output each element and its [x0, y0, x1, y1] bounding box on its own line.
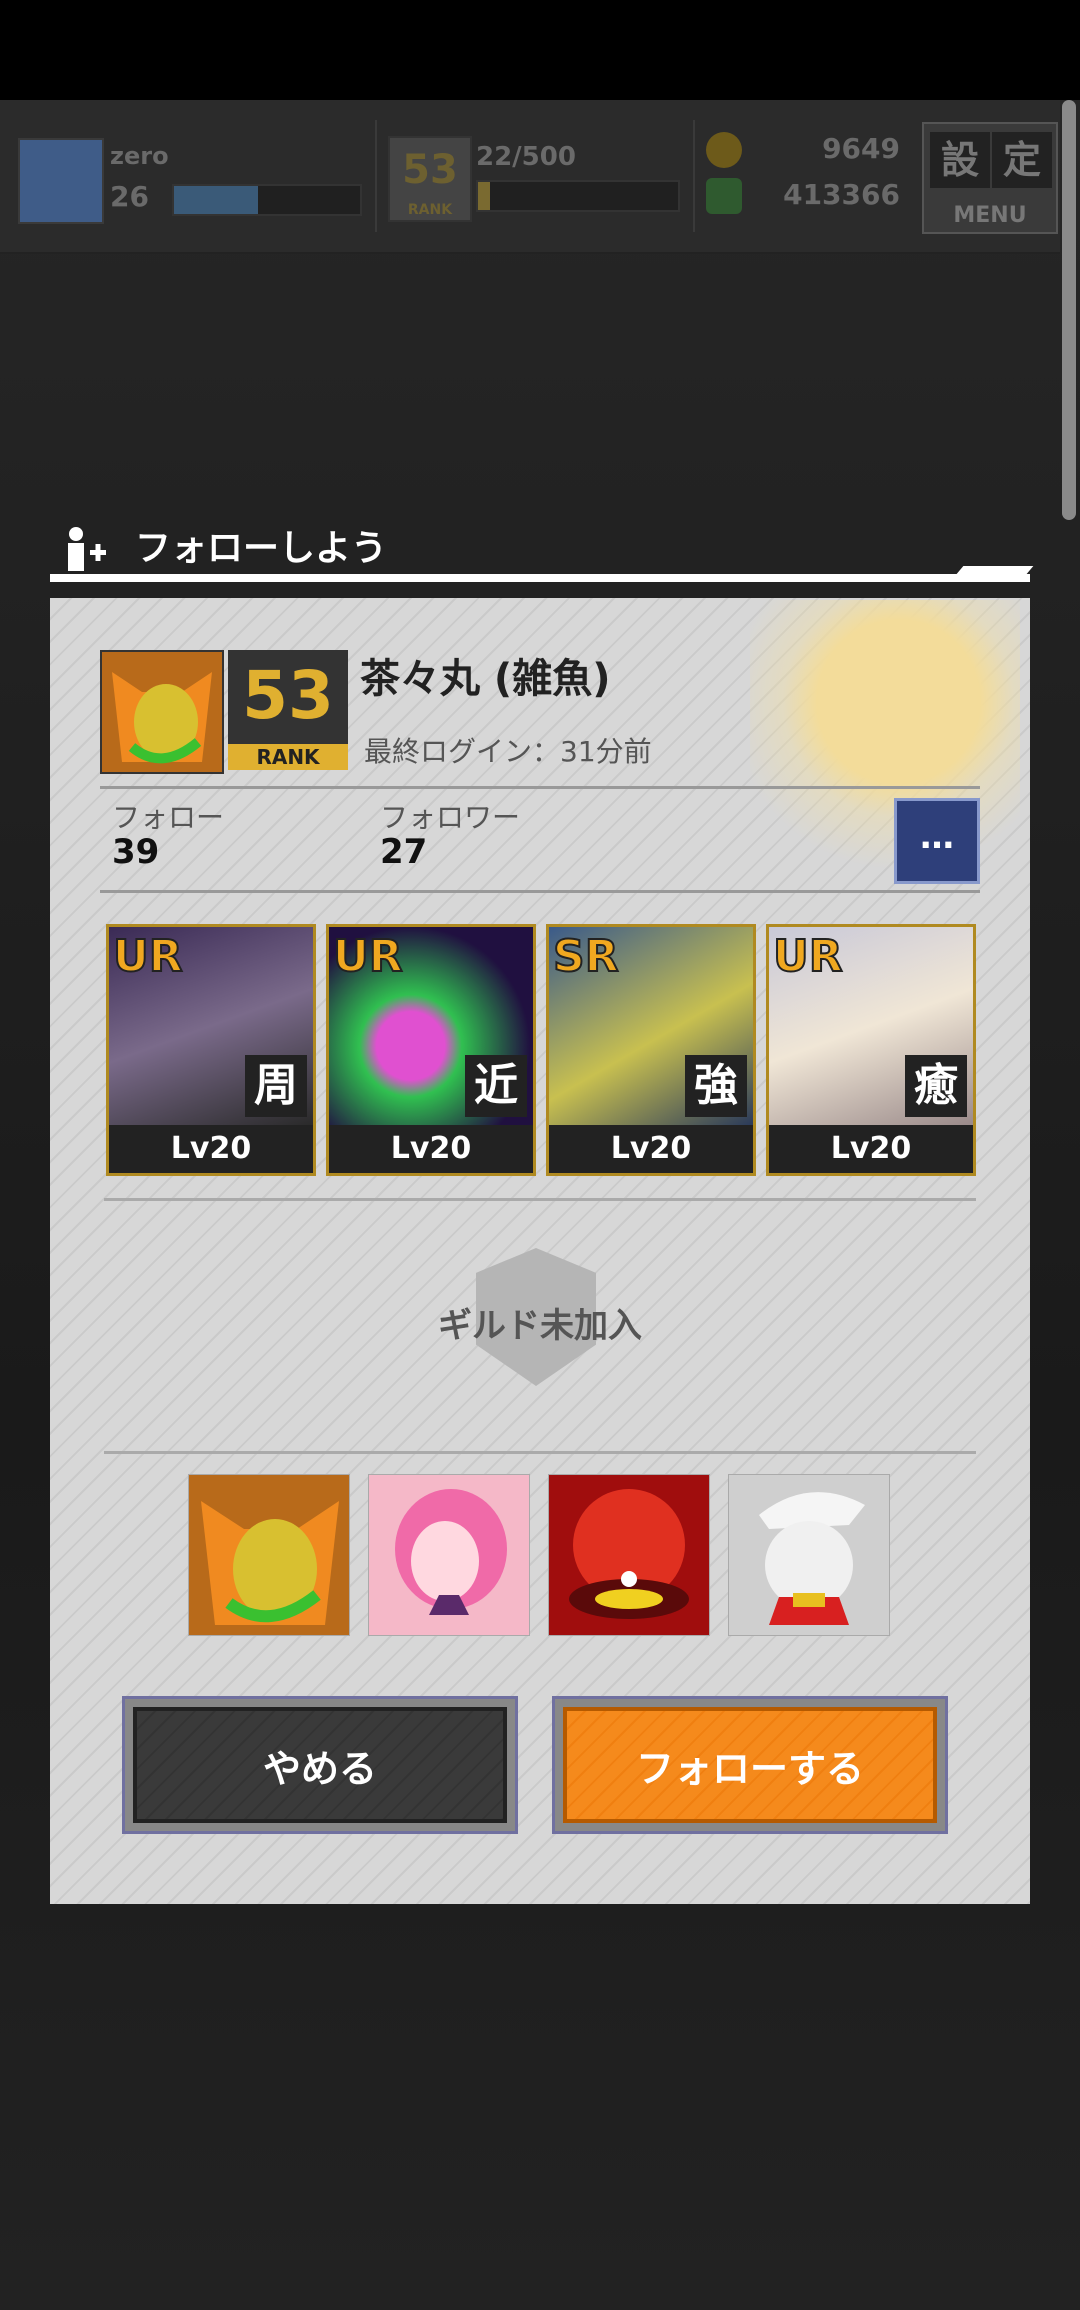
hud-rank-badge: 53 RANK: [388, 136, 472, 222]
player-icon: [100, 650, 224, 774]
player-name: 茶々丸 (雑魚): [360, 656, 611, 702]
rank-badge: 53 RANK: [228, 650, 348, 770]
rank-value: 53: [242, 657, 334, 734]
follow-button[interactable]: フォローする: [552, 1696, 948, 1834]
card-level: Lv20: [769, 1125, 973, 1173]
card-level: Lv20: [329, 1125, 533, 1173]
divider: [104, 1451, 976, 1454]
card-level: Lv20: [109, 1125, 313, 1173]
card-level: Lv20: [549, 1125, 753, 1173]
hud-rank-value: 53: [402, 147, 458, 193]
hud-player-level: 26: [110, 180, 149, 213]
hud-green-value: 413366: [783, 178, 900, 211]
follower-label: フォロワー: [380, 801, 521, 834]
gold-coin-icon: [706, 132, 742, 168]
card-rarity: UR: [332, 930, 404, 983]
divider: [104, 1198, 976, 1201]
unit-card[interactable]: SR 強 Lv20: [546, 924, 756, 1176]
follow-button-label: フォローする: [563, 1707, 937, 1823]
party-member-icon[interactable]: [188, 1474, 350, 1636]
card-rarity: SR: [552, 930, 620, 983]
cancel-button[interactable]: やめる: [122, 1696, 518, 1834]
hud-divider: [693, 120, 695, 232]
top-hud: zero 26 53 RANK 22/500 9649 413366 設 定 M…: [0, 100, 1060, 254]
card-type: 強: [685, 1055, 747, 1117]
card-rarity: UR: [112, 930, 184, 983]
menu-button[interactable]: 設 定 MENU: [922, 122, 1058, 234]
unit-card[interactable]: UR 近 Lv20: [326, 924, 536, 1176]
stamina-bar: [476, 180, 680, 212]
follow-dialog: 53 RANK 茶々丸 (雑魚) 最終ログイン：31分前 フォロー 39 フォロ…: [50, 598, 1030, 1904]
hud-divider: [375, 120, 377, 232]
rank-label: RANK: [228, 744, 348, 770]
scrollbar[interactable]: [1062, 100, 1076, 520]
guild-status: ギルド未加入: [438, 1306, 642, 1346]
add-user-icon: [60, 524, 110, 574]
title-underline: [50, 574, 1030, 582]
menu-kanji: 設: [930, 132, 990, 188]
last-login: 最終ログイン：31分前: [364, 735, 652, 768]
divider: [100, 890, 980, 893]
hud-player-name: zero: [110, 142, 169, 170]
dialog-header: フォローしよう: [50, 520, 1030, 580]
follower-count: 27: [380, 832, 428, 872]
party-member-icon[interactable]: [368, 1474, 530, 1636]
status-bar: [0, 0, 1080, 100]
player-avatar[interactable]: [18, 138, 104, 224]
hud-gold-value: 9649: [822, 132, 900, 165]
follow-count: 39: [112, 832, 160, 872]
unit-card[interactable]: UR 周 Lv20: [106, 924, 316, 1176]
menu-kanji: 定: [992, 132, 1052, 188]
follow-label: フォロー: [112, 801, 225, 834]
card-type: 癒: [905, 1055, 967, 1117]
party-member-icon[interactable]: [728, 1474, 890, 1636]
more-options-button[interactable]: …: [894, 798, 980, 884]
card-rarity: UR: [772, 930, 844, 983]
menu-label: MENU: [953, 203, 1027, 228]
card-type: 近: [465, 1055, 527, 1117]
exp-bar: [172, 184, 362, 216]
unit-card[interactable]: UR 癒 Lv20: [766, 924, 976, 1176]
divider: [100, 786, 980, 789]
hud-stamina: 22/500: [476, 142, 576, 172]
hud-rank-label: RANK: [407, 202, 453, 218]
green-gem-icon: [706, 178, 742, 214]
party-member-icon[interactable]: [548, 1474, 710, 1636]
card-type: 周: [245, 1055, 307, 1117]
dialog-title: フォローしよう: [135, 528, 388, 569]
cancel-button-label: やめる: [133, 1707, 507, 1823]
